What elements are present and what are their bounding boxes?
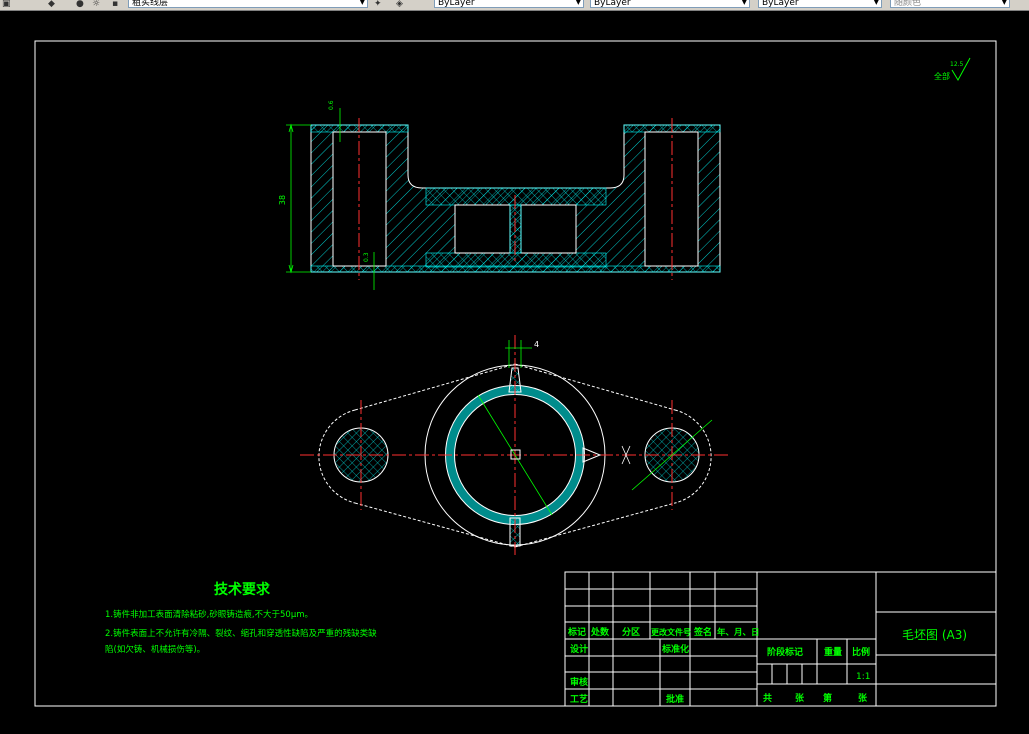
- tb-zone-label: 分区: [622, 626, 640, 638]
- color-dropdown[interactable]: ByLayer ▼: [434, 0, 584, 8]
- roughness-value: 12.5: [950, 61, 964, 68]
- tb-stage-label: 阶段标记: [767, 646, 803, 658]
- layer-dropdown[interactable]: 粗实线层 ▼: [128, 0, 368, 8]
- lock-icon[interactable]: ▪: [112, 0, 118, 9]
- slot-width-dimension: 4: [534, 340, 539, 349]
- sun-icon[interactable]: ☼: [92, 0, 100, 9]
- color-dropdown-value: ByLayer: [438, 0, 475, 8]
- linetype-dropdown-value: ByLayer: [594, 0, 631, 8]
- tb-date-label: 年、月、日: [717, 627, 760, 638]
- lineweight-dropdown-value: ByLayer: [762, 0, 799, 8]
- roughness-note: 全部: [934, 71, 950, 81]
- plotstyle-dropdown-value: 随颜色: [894, 0, 922, 8]
- tb-process-label: 工艺: [570, 693, 588, 705]
- tech-req-item-3: 陷(如欠铸、机械损伤等)。: [105, 644, 205, 655]
- tb-sign-label: 签名: [693, 626, 712, 638]
- layer-state-icon[interactable]: ◆: [48, 0, 55, 9]
- tb-mark-label: 标记: [567, 626, 586, 638]
- drawing-canvas[interactable]: 38 0.6 0.3 4 全部 12.5 技术要求 1.铸件非加工表面清除粘砂,…: [0, 11, 1029, 734]
- tb-approve-label: 批准: [666, 693, 684, 705]
- tech-req-item-2: 2.铸件表面上不允许有冷隔、裂纹、缩孔和穿透性缺陷及严重的残缺类缺: [105, 628, 377, 639]
- layer-previous-icon[interactable]: ◈: [396, 0, 403, 9]
- tech-req-title: 技术要求: [214, 581, 271, 598]
- layer-manager-icon[interactable]: ▣: [2, 0, 11, 9]
- make-current-icon[interactable]: ✦: [374, 0, 382, 9]
- tech-req-item-1: 1.铸件非加工表面清除粘砂,砂眼铸造痕,不大于50μm。: [105, 609, 313, 620]
- tb-scale-label: 比例: [852, 646, 870, 658]
- bottom-tolerance-dimension: 0.3: [363, 252, 370, 262]
- tb-page-unit: 张: [858, 692, 868, 704]
- tb-sheet-unit: 张: [795, 692, 805, 704]
- bulb-icon[interactable]: ●: [76, 0, 84, 9]
- properties-toolbar: ▣ ◆ ● ☼ ▪ 粗实线层 ▼ ✦ ◈ ByLayer ▼ ByLayer ▼…: [0, 0, 1029, 11]
- tb-change-doc-label: 更改文件号: [651, 627, 691, 637]
- tb-design-label: 设计: [570, 643, 588, 655]
- tb-review-label: 审核: [570, 676, 588, 688]
- top-tolerance-dimension: 0.6: [328, 100, 335, 110]
- tb-count-label: 处数: [590, 626, 610, 638]
- lineweight-dropdown[interactable]: ByLayer ▼: [758, 0, 882, 8]
- chevron-down-icon: ▼: [873, 0, 879, 6]
- layer-dropdown-value: 粗实线层: [132, 0, 169, 8]
- tb-weight-label: 重量: [824, 646, 842, 658]
- tb-total-label: 共: [763, 692, 772, 704]
- tb-standardize-label: 标准化: [661, 643, 689, 655]
- chevron-down-icon: ▼: [359, 0, 365, 6]
- tb-page-label: 第: [823, 692, 832, 704]
- height-dimension: 38: [278, 195, 287, 205]
- chevron-down-icon: ▼: [575, 0, 581, 6]
- tb-drawing-name: 毛坯图 (A3): [902, 628, 967, 642]
- linetype-dropdown[interactable]: ByLayer ▼: [590, 0, 750, 8]
- section-view: [286, 108, 721, 290]
- plotstyle-dropdown[interactable]: 随颜色 ▼: [890, 0, 1010, 8]
- tb-scale-value: 1:1: [856, 672, 870, 682]
- chevron-down-icon: ▼: [1001, 0, 1007, 6]
- chevron-down-icon: ▼: [741, 0, 747, 6]
